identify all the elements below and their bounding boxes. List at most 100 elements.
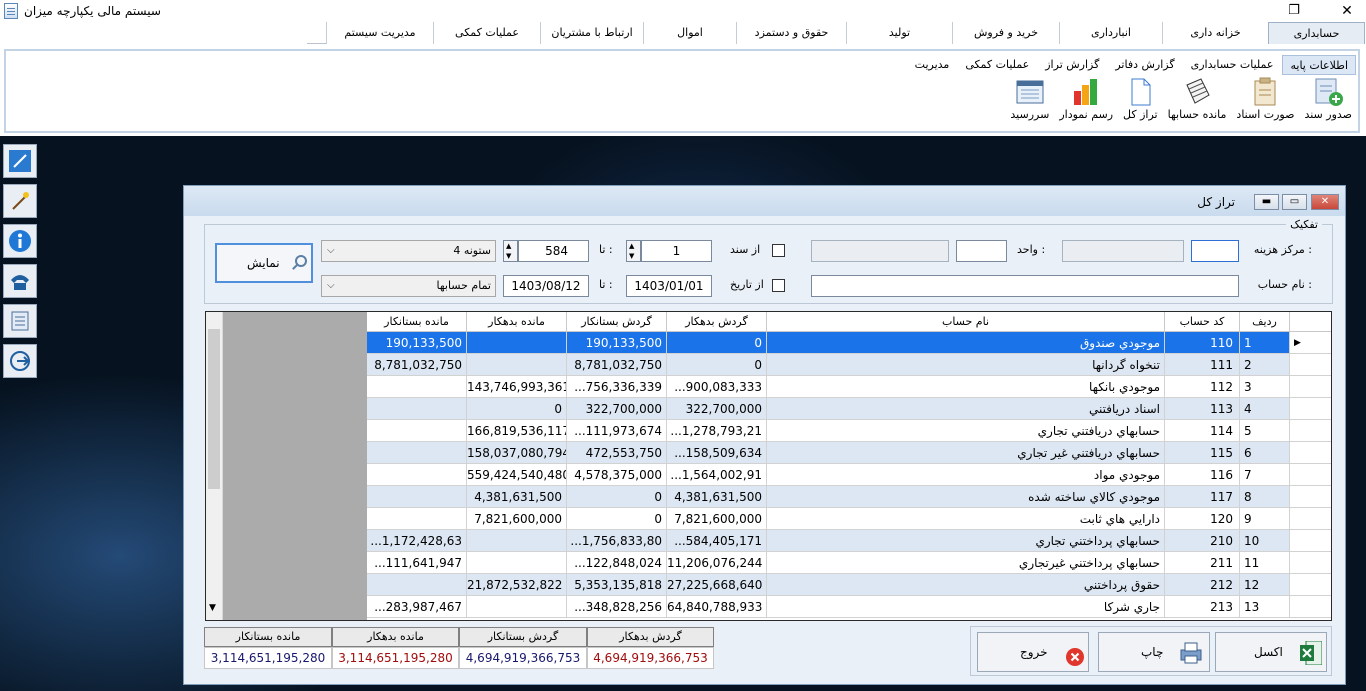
table-row[interactable]: 4,381,631,500 0 4,381,631,500 موجودي كالاي … [367,486,1331,508]
row-selector[interactable] [1290,596,1331,618]
table-row[interactable]: 158,037,080,794 472,553,750 ...158,509,634… [367,442,1331,464]
minimize-dialog-button[interactable]: ▬ [1254,194,1279,210]
resize-button[interactable] [3,144,37,178]
table-row[interactable]: 0 322,700,000 322,700,000 اسناد دريافتني 113… [367,398,1331,420]
cell-debit-balance[interactable]: 143,746,993,361 [467,376,567,398]
row-selector[interactable] [1290,552,1331,574]
cell-credit-balance[interactable] [367,464,467,486]
cell-debit-balance[interactable] [467,354,567,376]
cell-credit-balance[interactable] [367,508,467,530]
cell-account-name[interactable]: حقوق پرداختني [767,574,1165,596]
cell-row-number[interactable]: 7 [1240,464,1290,486]
cell-account-name[interactable]: جاري شركا [767,596,1165,618]
cell-account-name[interactable]: تنخواه گردانها [767,354,1165,376]
header-account-code[interactable]: کد حساب [1165,312,1240,332]
cell-credit-balance[interactable] [367,442,467,464]
cell-account-name[interactable]: حسابهاي پرداختني غيرتجاري [767,552,1165,574]
cell-account-name[interactable]: موجودي مواد [767,464,1165,486]
table-row[interactable]: 166,819,536,117 ...111,973,674 ...1,278,79… [367,420,1331,442]
cell-debit-turnover[interactable]: 27,225,668,640 [667,574,767,596]
table-row[interactable]: 21,872,532,822 5,353,135,818 27,225,668,64… [367,574,1331,596]
cell-debit-turnover[interactable]: 322,700,000 [667,398,767,420]
header-debit-balance[interactable]: مانده بدهکار [467,312,567,332]
tab-treasury[interactable]: خزانه داری [1162,22,1268,44]
cell-debit-balance[interactable]: 559,424,540,480 [467,464,567,486]
cell-debit-balance[interactable] [467,530,567,552]
to-document-input[interactable]: 584 [518,240,589,262]
ribbon-tab-accounting-ops[interactable]: عملیات حسابداری [1184,55,1281,75]
row-selector[interactable] [1290,486,1331,508]
show-button[interactable]: نمایش [215,243,313,283]
header-account-name[interactable]: نام حساب [767,312,1165,332]
cell-credit-turnover[interactable]: 0 [567,486,667,508]
table-row[interactable]: 8,781,032,750 8,781,032,750 0 تنخواه گردانه… [367,354,1331,376]
ribbon-tab-utilities[interactable]: عملیات کمکی [958,55,1036,75]
cell-debit-turnover[interactable]: 4,381,631,500 [667,486,767,508]
row-selector[interactable] [1290,508,1331,530]
cell-account-name[interactable]: حسابهاي دريافتني تجاري [767,420,1165,442]
cell-account-name[interactable]: حسابهاي دريافتني غير تجاري [767,442,1165,464]
cell-debit-turnover[interactable]: 0 [667,354,767,376]
cell-debit-balance[interactable] [467,596,567,618]
cell-debit-balance[interactable]: 0 [467,398,567,420]
unit-code-input[interactable] [956,240,1007,262]
accounts-select[interactable]: ⌵ تمام حسابها [321,275,496,297]
ribbon-tab-basic-info[interactable]: اطلاعات پایه [1282,55,1356,75]
table-row[interactable]: ...283,987,467 ...348,828,256 64,840,788,9… [367,596,1331,618]
tab-payroll[interactable]: حقوق و دستمزد [736,22,846,44]
columns-select[interactable]: ⌵ 4 ستونه [321,240,496,262]
cell-credit-balance[interactable]: 190,133,500 [367,332,467,354]
exit-app-button[interactable] [3,344,37,378]
cell-credit-turnover[interactable]: ...756,336,339 [567,376,667,398]
cell-account-code[interactable]: 114 [1165,420,1240,442]
ribbon-tab-ledger-reports[interactable]: گزارش دفاتر [1108,55,1181,75]
ribbon-tab-management[interactable]: مدیریت [908,55,957,75]
header-row-number[interactable]: ردیف [1240,312,1290,332]
cell-credit-turnover[interactable]: 472,553,750 [567,442,667,464]
cell-credit-balance[interactable] [367,486,467,508]
cell-account-code[interactable]: 212 [1165,574,1240,596]
cell-credit-turnover[interactable]: ...348,828,256 [567,596,667,618]
cell-account-code[interactable]: 210 [1165,530,1240,552]
to-document-spinner[interactable] [503,240,518,262]
from-document-checkbox[interactable] [772,244,785,257]
from-document-input[interactable]: 1 [641,240,712,262]
scrollbar-thumb[interactable] [208,329,220,489]
issue-document-button[interactable]: صدور سند [1300,77,1356,129]
header-credit-balance[interactable]: مانده بستانکار [367,312,467,332]
cell-account-code[interactable]: 213 [1165,596,1240,618]
from-document-spinner[interactable] [626,240,641,262]
cell-debit-balance[interactable]: 4,381,631,500 [467,486,567,508]
from-date-input[interactable]: 1403/01/01 [626,275,712,297]
cell-debit-balance[interactable]: 166,819,536,117 [467,420,567,442]
account-balances-button[interactable]: مانده حسابها [1164,77,1231,129]
cell-credit-balance[interactable] [367,398,467,420]
cell-credit-balance[interactable] [367,574,467,596]
tab-inventory[interactable]: انبارداری [1059,22,1162,44]
cell-credit-turnover[interactable]: 322,700,000 [567,398,667,420]
draw-chart-button[interactable]: رسم نمودار [1055,77,1117,129]
table-row[interactable]: ...111,641,947 ...122,848,024 11,206,076,2… [367,552,1331,574]
cell-debit-turnover[interactable]: 0 [667,332,767,354]
close-dialog-button[interactable]: ✕ [1311,194,1339,210]
cell-credit-turnover[interactable]: 4,578,375,000 [567,464,667,486]
table-row[interactable]: 143,746,993,361 ...756,336,339 ...900,083,… [367,376,1331,398]
documents-list-button[interactable]: صورت اسناد [1232,77,1298,129]
to-date-input[interactable]: 1403/08/12 [503,275,589,297]
vertical-scrollbar[interactable]: ▼ [206,312,223,620]
cell-row-number[interactable]: 12 [1240,574,1290,596]
cell-row-number[interactable]: 2 [1240,354,1290,376]
row-selector[interactable] [1290,376,1331,398]
cell-row-number[interactable]: 3 [1240,376,1290,398]
cell-debit-balance[interactable]: 7,821,600,000 [467,508,567,530]
cell-account-name[interactable]: موجودي كالاي ساخته شده [767,486,1165,508]
cell-debit-turnover[interactable]: ...900,083,333 [667,376,767,398]
cell-debit-turnover[interactable]: ...158,509,634 [667,442,767,464]
tab-crm[interactable]: ارتباط با مشتریان [540,22,643,44]
cell-row-number[interactable]: 9 [1240,508,1290,530]
from-date-checkbox[interactable] [772,279,785,292]
info-button[interactable] [3,224,37,258]
tab-production[interactable]: تولید [846,22,952,44]
cell-credit-balance[interactable]: ...1,172,428,63 [367,530,467,552]
scroll-down-icon[interactable]: ▼ [209,603,216,613]
